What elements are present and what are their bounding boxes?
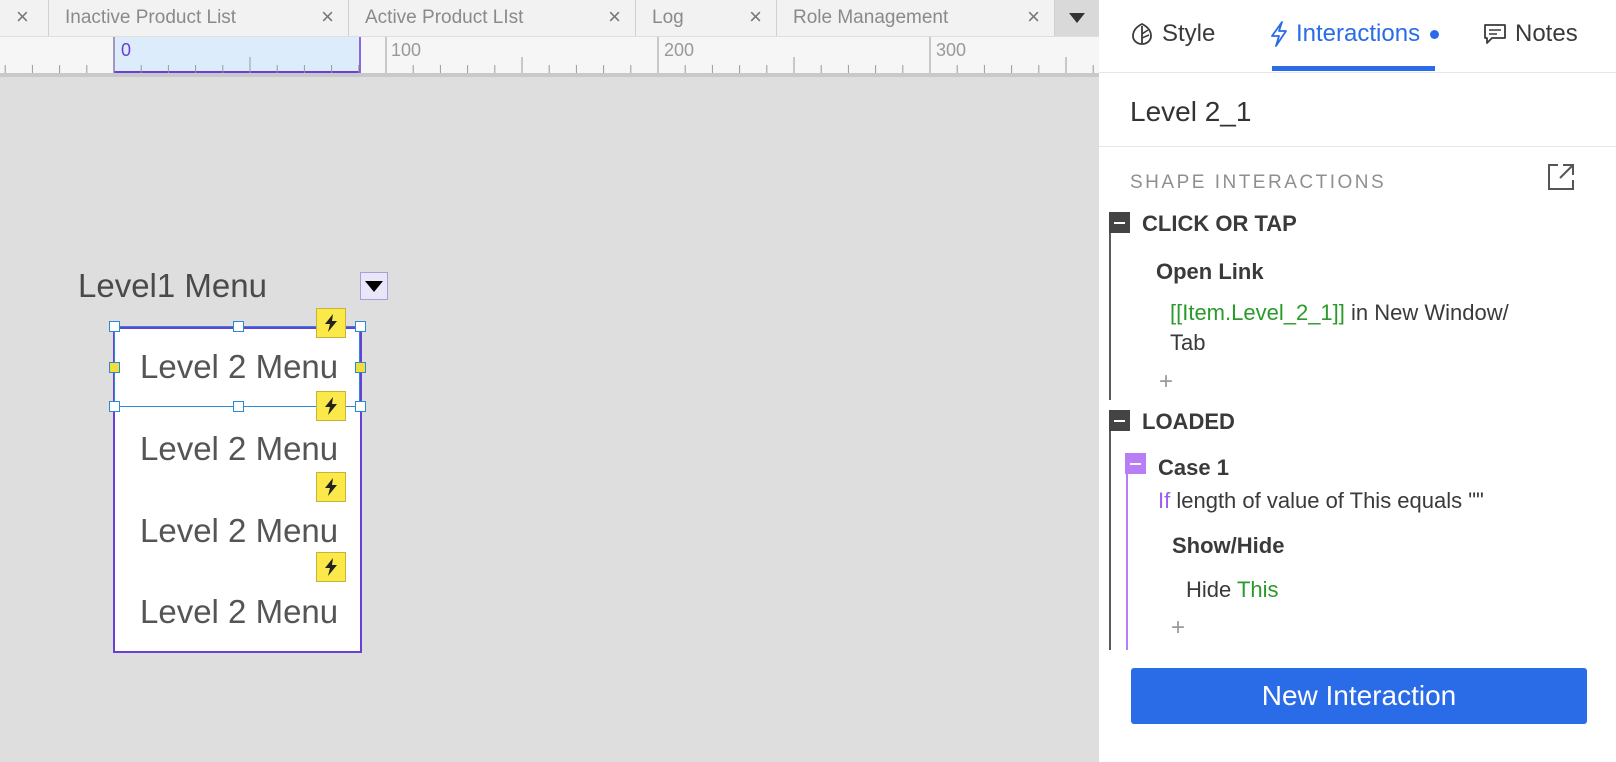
tab-label: Role Management	[793, 7, 949, 28]
resize-handle[interactable]	[109, 362, 120, 373]
action-detail[interactable]: Hide This	[1186, 575, 1279, 605]
action-title[interactable]: Show/Hide	[1172, 533, 1284, 559]
close-icon[interactable]: ×	[1027, 5, 1040, 29]
add-action-button[interactable]: +	[1171, 614, 1185, 642]
event-title[interactable]: LOADED	[1142, 409, 1235, 435]
tab-overflow-button[interactable]	[1055, 0, 1099, 36]
tab-active-product-list[interactable]: Active Product LIst ×	[349, 0, 636, 36]
comment-icon	[1483, 23, 1507, 45]
tab-label: Active Product LIst	[365, 7, 524, 28]
event-group-line	[1109, 431, 1111, 650]
lightning-icon[interactable]	[316, 552, 346, 582]
ruler-label: 200	[664, 40, 695, 60]
tab-unnamed[interactable]: ×	[0, 0, 49, 36]
close-icon[interactable]: ×	[321, 5, 334, 29]
action-verb: Hide	[1186, 577, 1237, 602]
lightning-icon[interactable]	[316, 472, 346, 502]
level2-menu-item[interactable]: Level 2 Menu	[140, 593, 338, 631]
resize-handle[interactable]	[355, 401, 366, 412]
close-icon[interactable]: ×	[749, 5, 762, 29]
action-title[interactable]: Open Link	[1156, 259, 1264, 285]
lightning-icon[interactable]	[316, 308, 346, 338]
level1-menu-label[interactable]: Level1 Menu	[78, 267, 267, 305]
design-area: × Inactive Product List × Active Product…	[0, 0, 1099, 762]
case-condition[interactable]: If length of value of This equals ""	[1158, 486, 1484, 516]
chevron-down-icon	[1069, 13, 1085, 23]
resize-handle[interactable]	[109, 321, 120, 332]
unsaved-indicator	[1430, 29, 1440, 39]
widget-name-field[interactable]: Level 2_1	[1130, 96, 1251, 128]
collapse-event-button[interactable]	[1109, 410, 1130, 431]
tab-label: Log	[652, 7, 684, 28]
resize-handle[interactable]	[355, 321, 366, 332]
level2-menu-item[interactable]: Level 2 Menu	[140, 512, 338, 550]
open-external-icon[interactable]	[1546, 162, 1576, 197]
section-title: SHAPE INTERACTIONS	[1130, 172, 1387, 193]
event-title[interactable]: CLICK OR TAP	[1142, 211, 1297, 237]
tab-inactive-product-list[interactable]: Inactive Product List ×	[49, 0, 349, 36]
condition-text: length of value of This equals ""	[1170, 488, 1484, 513]
level1-dropdown-toggle[interactable]	[360, 272, 388, 300]
resize-handle[interactable]	[355, 362, 366, 373]
tab-label: Inactive Product List	[65, 7, 237, 28]
tab-label: Notes	[1515, 20, 1578, 47]
event-group-line	[1109, 233, 1111, 400]
horizontal-ruler: 0 100 200 300	[0, 37, 1099, 77]
level2-menu-item[interactable]: Level 2 Menu	[140, 430, 338, 468]
link-target: [[Item.Level_2_1]]	[1170, 300, 1345, 325]
action-detail-continued: Tab	[1170, 330, 1206, 355]
inspector-tabs: Style Interactions Notes	[1099, 0, 1616, 73]
case-title[interactable]: Case 1	[1158, 455, 1229, 481]
case-group-line	[1126, 474, 1128, 650]
resize-handle[interactable]	[109, 401, 120, 412]
tab-label: Interactions	[1296, 20, 1421, 47]
lightning-icon[interactable]	[316, 391, 346, 421]
leaf-icon	[1130, 22, 1154, 46]
collapse-case-button[interactable]	[1125, 453, 1146, 474]
ruler-label: 300	[936, 40, 967, 60]
page-tab-bar: × Inactive Product List × Active Product…	[0, 0, 1099, 36]
tab-interactions[interactable]: Interactions	[1270, 20, 1440, 48]
ruler-label: 0	[121, 40, 132, 60]
action-detail-text: in New Window/	[1344, 300, 1509, 325]
tab-style[interactable]: Style	[1130, 20, 1215, 48]
close-icon[interactable]: ×	[608, 5, 621, 29]
action-detail[interactable]: [[Item.Level_2_1]] in New Window/	[1170, 298, 1509, 328]
lightning-icon	[1270, 21, 1288, 47]
action-target: This	[1236, 577, 1279, 602]
close-icon[interactable]: ×	[16, 5, 29, 29]
active-tab-indicator	[1272, 66, 1435, 71]
resize-handle[interactable]	[233, 401, 244, 412]
condition-keyword: If	[1158, 488, 1171, 513]
inspector-panel: Style Interactions Notes Level 2_1 SHAPE…	[1099, 0, 1616, 762]
tab-label: Style	[1162, 20, 1216, 47]
ruler-label: 100	[391, 40, 422, 60]
tab-log[interactable]: Log ×	[636, 0, 777, 36]
resize-handle[interactable]	[233, 321, 244, 332]
new-interaction-button[interactable]: New Interaction	[1131, 668, 1587, 724]
tab-role-management[interactable]: Role Management ×	[777, 0, 1055, 36]
ruler-ticks	[4, 37, 1094, 73]
tab-notes[interactable]: Notes	[1483, 20, 1578, 48]
add-action-button[interactable]: +	[1159, 368, 1173, 396]
divider	[1099, 146, 1616, 147]
collapse-event-button[interactable]	[1109, 212, 1130, 233]
